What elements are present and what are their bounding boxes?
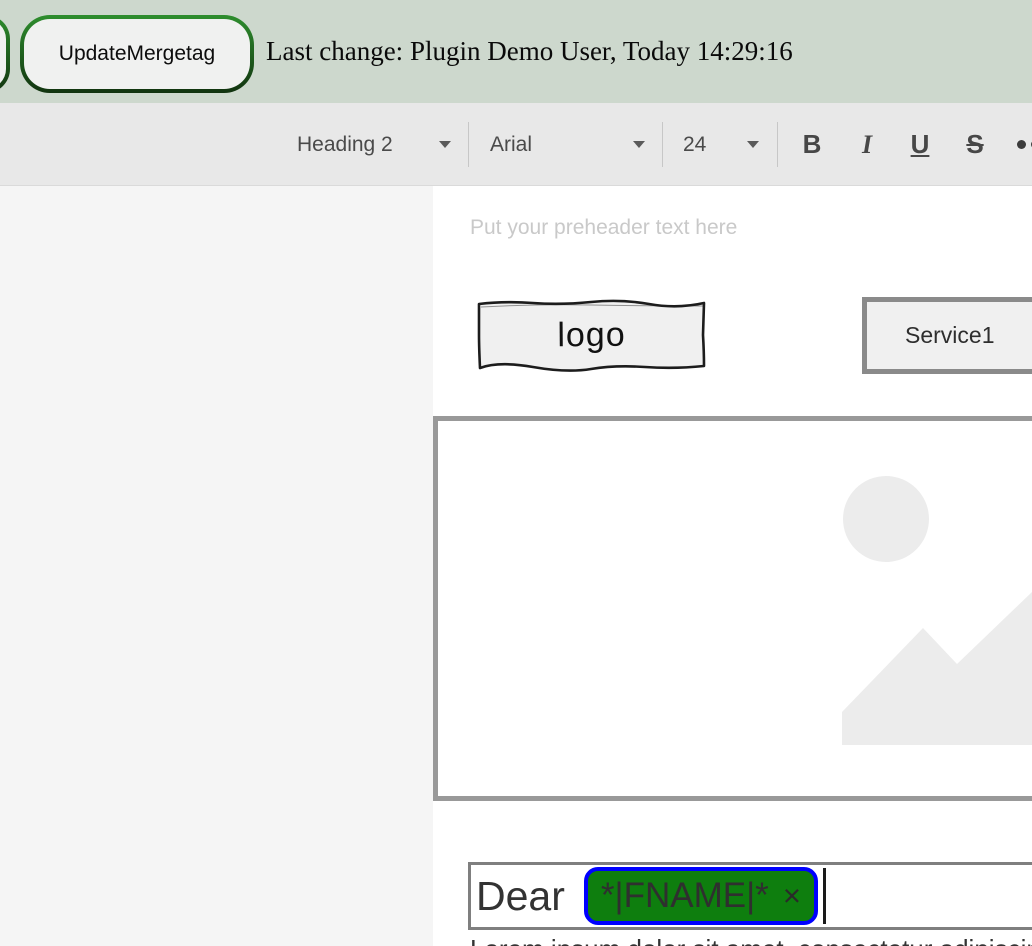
last-change-text: Last change: Plugin Demo User, Today 14:… bbox=[266, 0, 793, 103]
merge-tag-chip[interactable]: *|FNAME|* × bbox=[584, 867, 818, 925]
paragraph-style-value: Heading 2 bbox=[297, 133, 393, 157]
font-family-select[interactable]: Arial bbox=[490, 103, 645, 186]
font-family-value: Arial bbox=[490, 133, 532, 157]
paragraph-style-select[interactable]: Heading 2 bbox=[297, 103, 451, 186]
bold-button[interactable]: B bbox=[797, 103, 827, 186]
strikethrough-button[interactable]: S bbox=[960, 103, 990, 186]
toolbar-divider bbox=[662, 122, 663, 167]
remove-mergetag-icon[interactable]: × bbox=[783, 878, 801, 914]
service1-label: Service1 bbox=[905, 322, 994, 349]
topbar: UpdateMergetag Last change: Plugin Demo … bbox=[0, 0, 1032, 103]
image-icon bbox=[438, 421, 1032, 796]
text-cursor bbox=[823, 868, 826, 924]
update-mergetag-label: UpdateMergetag bbox=[24, 19, 250, 89]
email-canvas: Put your preheader text here logo Servic… bbox=[433, 186, 1032, 946]
chevron-down-icon bbox=[747, 141, 759, 148]
workspace: Put your preheader text here logo Servic… bbox=[0, 186, 1032, 946]
italic-button[interactable]: I bbox=[852, 103, 882, 186]
merge-tag-label: *|FNAME|* bbox=[601, 876, 769, 916]
formatting-toolbar: Heading 2 Arial 24 B I U S bbox=[0, 103, 1032, 186]
font-size-value: 24 bbox=[683, 133, 706, 157]
dot-icon bbox=[1017, 140, 1026, 149]
image-placeholder[interactable] bbox=[433, 416, 1032, 801]
update-mergetag-button[interactable]: UpdateMergetag bbox=[20, 15, 254, 93]
heading-block[interactable]: Dear *|FNAME|* × bbox=[468, 862, 1032, 930]
font-size-select[interactable]: 24 bbox=[683, 103, 759, 186]
underline-button[interactable]: U bbox=[905, 103, 935, 186]
cutoff-left-button[interactable] bbox=[0, 15, 10, 93]
body-paragraph[interactable]: Lorem ipsum dolor sit amet, consectetur … bbox=[470, 934, 1032, 946]
service1-button[interactable]: Service1 bbox=[862, 297, 1032, 374]
chevron-down-icon bbox=[633, 141, 645, 148]
preheader-placeholder[interactable]: Put your preheader text here bbox=[470, 216, 737, 240]
toolbar-divider bbox=[468, 122, 469, 167]
more-options-icon[interactable] bbox=[1008, 103, 1032, 186]
toolbar-divider bbox=[777, 122, 778, 167]
left-panel bbox=[0, 186, 433, 946]
logo-placeholder[interactable]: logo bbox=[475, 297, 708, 373]
cutoff-left-button-face bbox=[0, 19, 6, 89]
chevron-down-icon bbox=[439, 141, 451, 148]
logo-label: logo bbox=[475, 296, 709, 374]
greeting-text: Dear bbox=[476, 873, 565, 920]
